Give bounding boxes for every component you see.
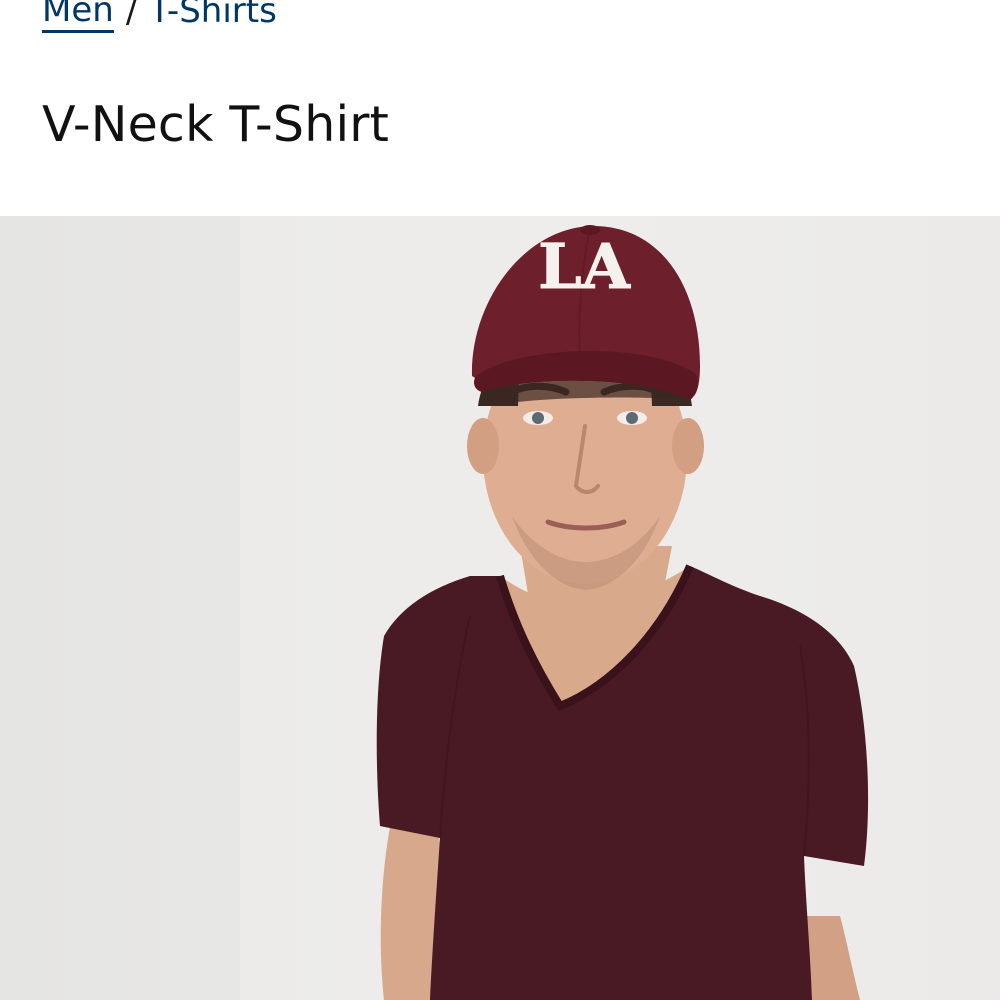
product-page: Men / T-Shirts V-Neck T-Shirt LA [0,0,1000,1000]
breadcrumb-separator: / [125,0,138,31]
product-title: V-Neck T-Shirt [42,96,390,153]
breadcrumb-link-t-shirts[interactable]: T-Shirts [149,0,277,31]
breadcrumb: Men / T-Shirts [42,0,277,34]
product-image[interactable]: LA [0,216,1000,1000]
breadcrumb-link-men[interactable]: Men [42,0,114,33]
product-photo: LA [0,216,869,1000]
cap-logo: LA [538,230,631,303]
